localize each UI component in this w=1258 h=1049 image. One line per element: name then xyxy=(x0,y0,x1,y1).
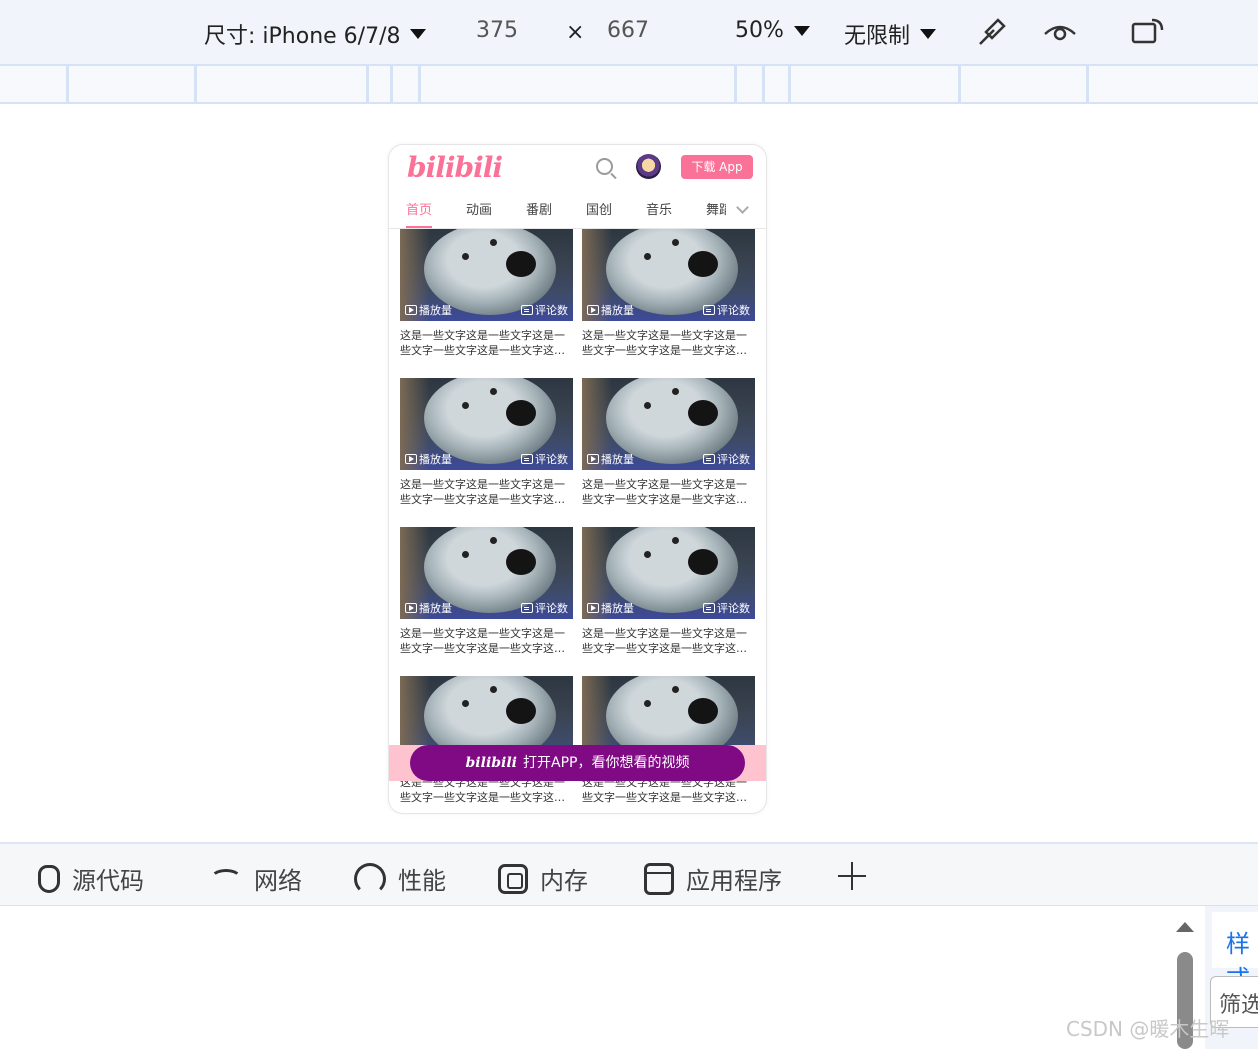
comment-count: 评论数 xyxy=(521,600,568,616)
tab-sources[interactable]: 源代码 xyxy=(34,861,144,896)
throttle-select[interactable]: 无限制 xyxy=(844,18,937,50)
video-thumbnail[interactable]: 播放量 评论数 xyxy=(582,229,755,321)
chevron-down-icon xyxy=(410,29,427,39)
tab-home[interactable]: 首页 xyxy=(406,199,433,228)
play-count: 播放量 xyxy=(587,600,634,616)
play-count: 播放量 xyxy=(587,302,634,318)
phone-viewport: bilibili 下载 App 首页 动画 番剧 国创 音乐 舞蹈 播放量 评论数… xyxy=(389,145,766,813)
tab-dance[interactable]: 舞蹈 xyxy=(706,199,726,218)
media-query-ruler[interactable] xyxy=(0,64,1258,104)
bilibili-logo: bilibili xyxy=(465,755,518,771)
device-select[interactable]: 尺寸: iPhone 6/7/8 xyxy=(204,18,427,50)
tab-performance[interactable]: 性能 xyxy=(354,861,446,896)
tab-memory[interactable]: 内存 xyxy=(498,861,588,896)
video-thumbnail[interactable]: 播放量 评论数 xyxy=(582,378,755,470)
watermark: CSDN @暖木生晖 xyxy=(1066,1017,1230,1041)
video-thumbnail[interactable]: 播放量 评论数 xyxy=(400,527,573,619)
comment-icon xyxy=(703,603,715,613)
video-title[interactable]: 这是一些文字这是一些文字这是一些文字一些文字这是一些文字这是一些文字 xyxy=(582,477,754,507)
tab-label: 网络 xyxy=(254,867,302,895)
video-title[interactable]: 这是一些文字这是一些文字这是一些文字一些文字这是一些文字这是一些文字 xyxy=(400,328,572,358)
chip-icon xyxy=(498,863,528,894)
comment-count: 评论数 xyxy=(521,451,568,467)
tab-label: 性能 xyxy=(398,867,446,895)
tab-styles[interactable]: 样式 xyxy=(1212,912,1258,993)
video-title[interactable]: 这是一些文字这是一些文字这是一些文字一些文字这是一些文字这是一些文字 xyxy=(400,626,572,656)
download-app-button[interactable]: 下载 App xyxy=(681,155,753,179)
tab-anime[interactable]: 动画 xyxy=(466,199,492,218)
video-card[interactable]: 播放量 评论数这是一些文字这是一些文字这是一些文字一些文字这是一些文字这是一些文字 xyxy=(400,229,573,369)
play-icon xyxy=(587,305,599,315)
play-count: 播放量 xyxy=(405,600,452,616)
tab-guochuang[interactable]: 国创 xyxy=(586,199,612,218)
tab-bangumi[interactable]: 番剧 xyxy=(526,199,552,218)
tab-label: 源代码 xyxy=(72,867,144,895)
zoom-label: 50% xyxy=(735,18,784,43)
category-nav: 首页 动画 番剧 国创 音乐 舞蹈 xyxy=(389,193,766,229)
device-toolbar: 尺寸: iPhone 6/7/8 375 × 667 50% 无限制 xyxy=(0,0,1258,64)
comment-icon xyxy=(521,454,533,464)
gauge-icon xyxy=(354,862,386,895)
play-icon xyxy=(587,454,599,464)
video-thumbnail[interactable]: 播放量 评论数 xyxy=(400,378,573,470)
chevron-down-icon[interactable] xyxy=(736,201,749,214)
bilibili-logo[interactable]: bilibili xyxy=(407,151,503,184)
bug-icon xyxy=(38,864,60,893)
play-count: 播放量 xyxy=(587,451,634,467)
video-thumbnail[interactable]: 播放量 评论数 xyxy=(400,229,573,321)
chevron-down-icon xyxy=(920,29,937,39)
eyedropper-icon[interactable] xyxy=(974,14,1010,50)
avatar[interactable] xyxy=(636,154,661,179)
comment-icon xyxy=(521,603,533,613)
play-icon xyxy=(405,603,417,613)
comment-icon xyxy=(521,305,533,315)
video-card[interactable]: 播放量 评论数这是一些文字这是一些文字这是一些文字一些文字这是一些文字这是一些文字 xyxy=(582,229,755,369)
tab-label: 应用程序 xyxy=(686,867,782,895)
play-icon xyxy=(587,603,599,613)
play-count: 播放量 xyxy=(405,302,452,318)
tab-label: 内存 xyxy=(540,867,588,895)
play-icon xyxy=(405,305,417,315)
add-tab-icon[interactable] xyxy=(838,862,866,890)
rotate-icon[interactable] xyxy=(1130,16,1166,46)
times-sign: × xyxy=(566,20,585,45)
play-icon xyxy=(405,454,417,464)
device-label: 尺寸: iPhone 6/7/8 xyxy=(204,24,401,49)
video-card[interactable]: 播放量 评论数这是一些文字这是一些文字这是一些文字一些文字这是一些文字这是一些文字 xyxy=(582,378,755,518)
banner-text: 打开APP，看你想看的视频 xyxy=(523,755,690,771)
comment-count: 评论数 xyxy=(703,302,750,318)
video-card[interactable]: 播放量 评论数这是一些文字这是一些文字这是一些文字一些文字这是一些文字这是一些文字 xyxy=(400,527,573,667)
comment-icon xyxy=(703,305,715,315)
mobile-header: bilibili 下载 App xyxy=(389,145,766,191)
video-title[interactable]: 这是一些文字这是一些文字这是一些文字一些文字这是一些文字这是一些文字 xyxy=(582,626,754,656)
video-card[interactable]: 播放量 评论数这是一些文字这是一些文字这是一些文字一些文字这是一些文字这是一些文字 xyxy=(400,378,573,518)
video-title[interactable]: 这是一些文字这是一些文字这是一些文字一些文字这是一些文字这是一些文字 xyxy=(582,328,754,358)
width-input[interactable]: 375 xyxy=(476,18,518,43)
wifi-icon xyxy=(210,868,242,889)
throttle-label: 无限制 xyxy=(844,24,911,49)
tab-music[interactable]: 音乐 xyxy=(646,199,672,218)
scroll-up-arrow-icon[interactable] xyxy=(1176,922,1194,932)
video-title[interactable]: 这是一些文字这是一些文字这是一些文字一些文字这是一些文字这是一些文字 xyxy=(400,477,572,507)
application-icon xyxy=(644,862,674,895)
comment-icon xyxy=(703,454,715,464)
video-thumbnail[interactable]: 播放量 评论数 xyxy=(582,527,755,619)
zoom-select[interactable]: 50% xyxy=(735,18,810,43)
play-count: 播放量 xyxy=(405,451,452,467)
tab-network[interactable]: 网络 xyxy=(210,861,302,896)
video-card[interactable]: 播放量 评论数这是一些文字这是一些文字这是一些文字一些文字这是一些文字这是一些文字 xyxy=(582,527,755,667)
comment-count: 评论数 xyxy=(703,600,750,616)
comment-count: 评论数 xyxy=(521,302,568,318)
eye-icon[interactable] xyxy=(1042,18,1078,46)
tab-application[interactable]: 应用程序 xyxy=(644,861,782,896)
chevron-down-icon xyxy=(793,25,810,36)
search-icon[interactable] xyxy=(596,158,613,175)
devtools-tabbar: 源代码 网络 性能 内存 应用程序 xyxy=(0,842,1258,906)
comment-count: 评论数 xyxy=(703,451,750,467)
open-app-banner[interactable]: bilibili 打开APP，看你想看的视频 xyxy=(410,745,745,781)
height-input[interactable]: 667 xyxy=(607,18,649,43)
